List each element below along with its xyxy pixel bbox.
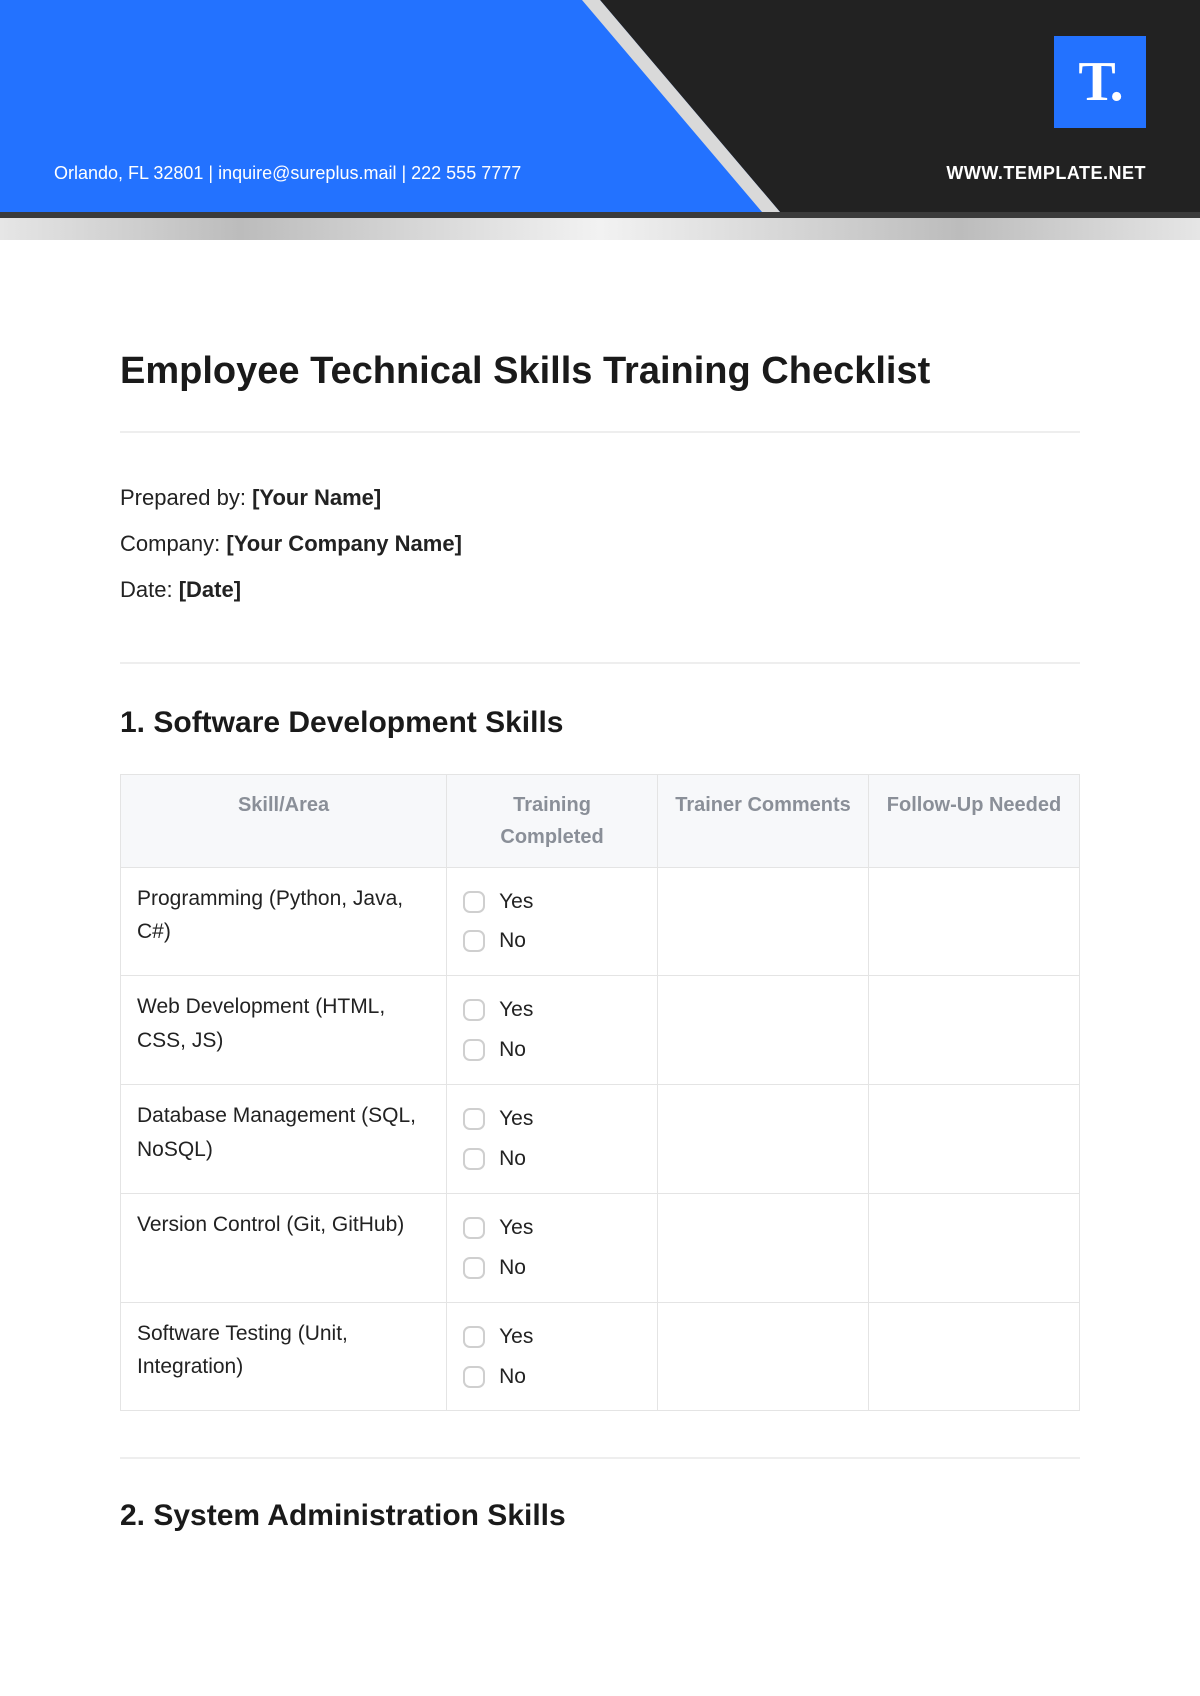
- company-line: Company: [Your Company Name]: [120, 521, 1080, 567]
- training-cell: Yes No: [447, 867, 658, 976]
- yes-label: Yes: [499, 882, 533, 922]
- logo-badge: T.: [1054, 36, 1146, 128]
- col-followup: Follow-Up Needed: [869, 774, 1080, 867]
- no-option: No: [463, 921, 641, 961]
- prepared-by-label: Prepared by:: [120, 485, 252, 510]
- no-option: No: [463, 1030, 641, 1070]
- skill-cell: Web Development (HTML, CSS, JS): [121, 976, 447, 1085]
- comments-cell[interactable]: [658, 976, 869, 1085]
- table-row: Software Testing (Unit, Integration) Yes…: [121, 1302, 1080, 1411]
- skills-table-1: Skill/Area Training Completed Trainer Co…: [120, 774, 1080, 1412]
- no-option: No: [463, 1248, 641, 1288]
- followup-cell[interactable]: [869, 1302, 1080, 1411]
- header-contact-text: Orlando, FL 32801 | inquire@sureplus.mai…: [54, 163, 521, 184]
- yes-option: Yes: [463, 990, 641, 1030]
- yes-label: Yes: [499, 1317, 533, 1357]
- yes-option: Yes: [463, 1099, 641, 1139]
- yes-option: Yes: [463, 1208, 641, 1248]
- comments-cell[interactable]: [658, 1193, 869, 1302]
- prepared-by-line: Prepared by: [Your Name]: [120, 475, 1080, 521]
- no-label: No: [499, 1357, 526, 1397]
- table-row: Programming (Python, Java, C#) Yes No: [121, 867, 1080, 976]
- followup-cell[interactable]: [869, 1193, 1080, 1302]
- training-cell: Yes No: [447, 1193, 658, 1302]
- table-row: Web Development (HTML, CSS, JS) Yes No: [121, 976, 1080, 1085]
- comments-cell[interactable]: [658, 1302, 869, 1411]
- company-value: [Your Company Name]: [226, 531, 462, 556]
- no-label: No: [499, 1030, 526, 1070]
- no-option: No: [463, 1357, 641, 1397]
- training-cell: Yes No: [447, 1302, 658, 1411]
- comments-cell[interactable]: [658, 1085, 869, 1194]
- skill-cell: Version Control (Git, GitHub): [121, 1193, 447, 1302]
- yes-label: Yes: [499, 1208, 533, 1248]
- document-header: T. Orlando, FL 32801 | inquire@sureplus.…: [0, 0, 1200, 212]
- logo-letter: T.: [1078, 50, 1121, 114]
- title-rule: [120, 431, 1080, 433]
- checkbox-icon[interactable]: [463, 930, 485, 952]
- checkbox-icon[interactable]: [463, 1039, 485, 1061]
- checkbox-icon[interactable]: [463, 891, 485, 913]
- header-url-text: WWW.TEMPLATE.NET: [946, 163, 1146, 184]
- comments-cell[interactable]: [658, 867, 869, 976]
- no-label: No: [499, 1139, 526, 1179]
- table-row: Version Control (Git, GitHub) Yes No: [121, 1193, 1080, 1302]
- no-option: No: [463, 1139, 641, 1179]
- training-cell: Yes No: [447, 1085, 658, 1194]
- no-label: No: [499, 921, 526, 961]
- table-header-row: Skill/Area Training Completed Trainer Co…: [121, 774, 1080, 867]
- page-body: Employee Technical Skills Training Check…: [0, 240, 1200, 1627]
- followup-cell[interactable]: [869, 976, 1080, 1085]
- page-title: Employee Technical Skills Training Check…: [120, 350, 1080, 393]
- section-2-heading: 2. System Administration Skills: [120, 1499, 1080, 1533]
- col-skill: Skill/Area: [121, 774, 447, 867]
- checkbox-icon[interactable]: [463, 1366, 485, 1388]
- date-label: Date:: [120, 577, 179, 602]
- yes-option: Yes: [463, 1317, 641, 1357]
- followup-cell[interactable]: [869, 1085, 1080, 1194]
- table-row: Database Management (SQL, NoSQL) Yes No: [121, 1085, 1080, 1194]
- col-comments: Trainer Comments: [658, 774, 869, 867]
- checkbox-icon[interactable]: [463, 1108, 485, 1130]
- checkbox-icon[interactable]: [463, 1326, 485, 1348]
- meta-block: Prepared by: [Your Name] Company: [Your …: [120, 475, 1080, 614]
- date-line: Date: [Date]: [120, 567, 1080, 613]
- header-gradient-bar: [0, 212, 1200, 240]
- checkbox-icon[interactable]: [463, 1148, 485, 1170]
- yes-option: Yes: [463, 882, 641, 922]
- checkbox-icon[interactable]: [463, 999, 485, 1021]
- skill-cell: Programming (Python, Java, C#): [121, 867, 447, 976]
- no-label: No: [499, 1248, 526, 1288]
- training-cell: Yes No: [447, 976, 658, 1085]
- followup-cell[interactable]: [869, 867, 1080, 976]
- prepared-by-value: [Your Name]: [252, 485, 381, 510]
- yes-label: Yes: [499, 990, 533, 1030]
- date-value: [Date]: [179, 577, 241, 602]
- skill-cell: Software Testing (Unit, Integration): [121, 1302, 447, 1411]
- company-label: Company:: [120, 531, 226, 556]
- section-1-heading: 1. Software Development Skills: [120, 706, 1080, 740]
- checkbox-icon[interactable]: [463, 1257, 485, 1279]
- skill-cell: Database Management (SQL, NoSQL): [121, 1085, 447, 1194]
- col-training: Training Completed: [447, 774, 658, 867]
- checkbox-icon[interactable]: [463, 1217, 485, 1239]
- section-separator: [120, 1457, 1080, 1459]
- meta-rule: [120, 662, 1080, 664]
- yes-label: Yes: [499, 1099, 533, 1139]
